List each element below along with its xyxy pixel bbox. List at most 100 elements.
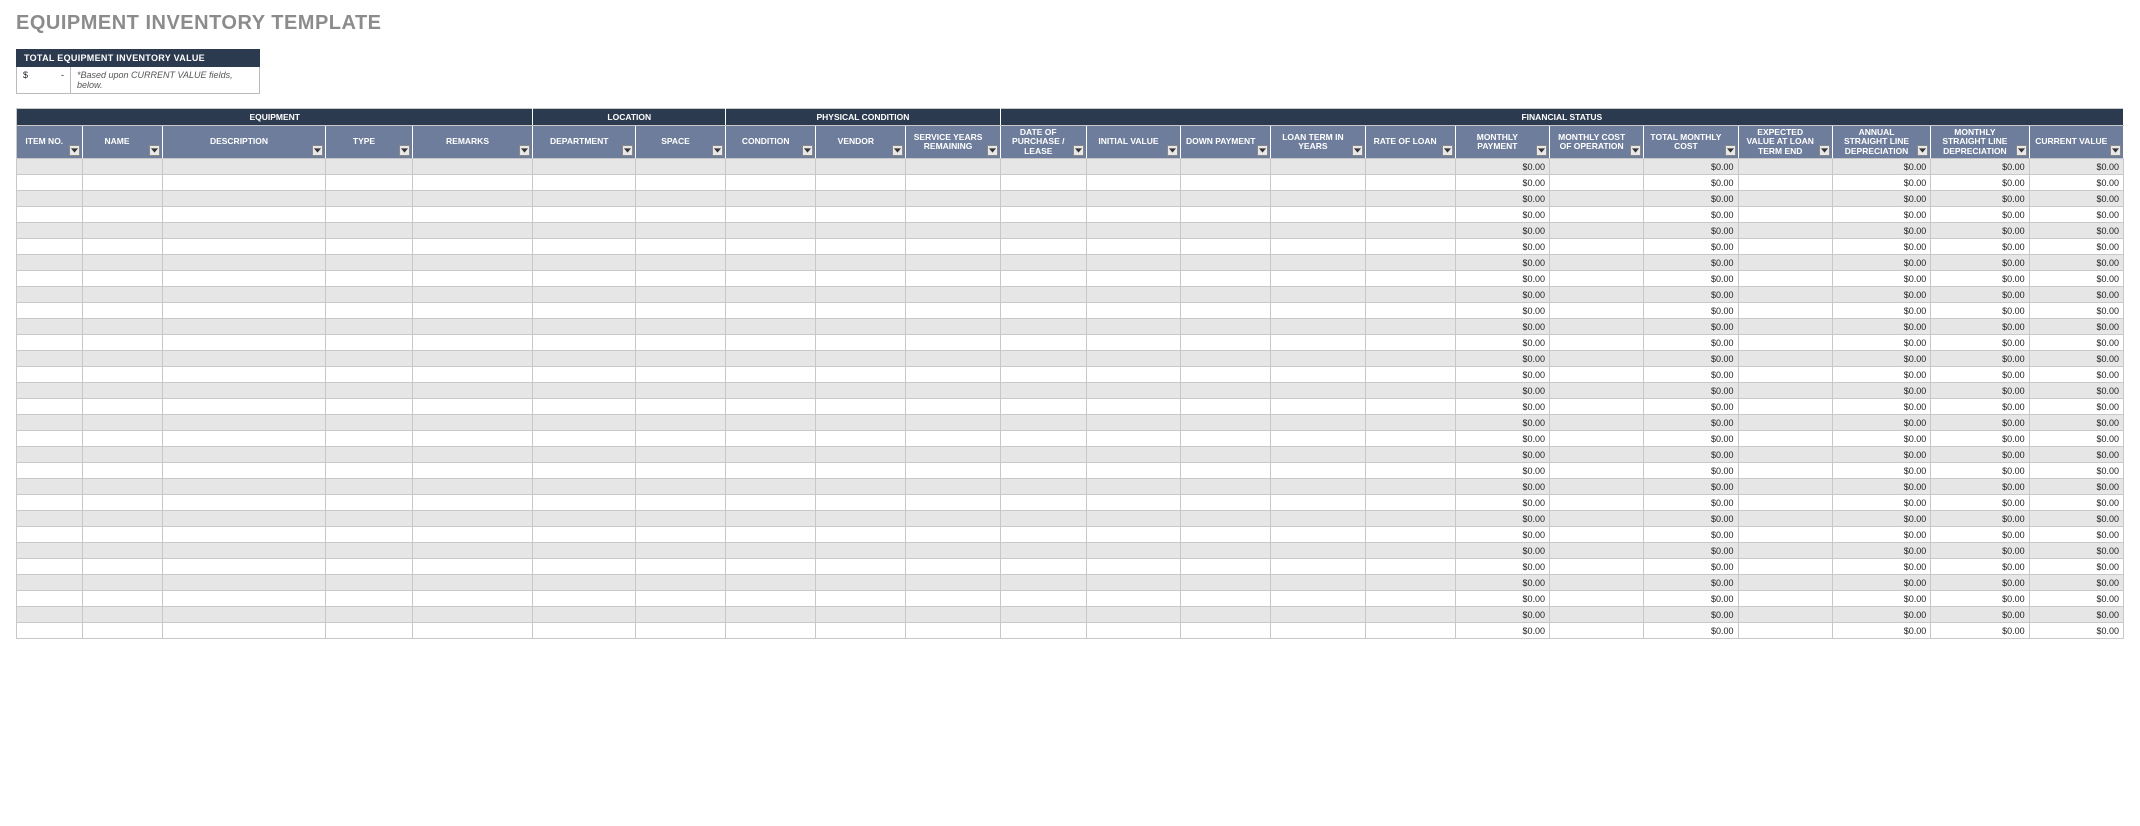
cell-expected-value-at-loan-term-end[interactable] — [1738, 623, 1832, 639]
cell-date-of-purchase-lease[interactable] — [1000, 479, 1086, 495]
cell-department[interactable] — [533, 303, 635, 319]
cell-service-years-remaining[interactable] — [906, 479, 1000, 495]
cell-type[interactable] — [326, 607, 412, 623]
cell-condition[interactable] — [726, 367, 816, 383]
cell-expected-value-at-loan-term-end[interactable] — [1738, 591, 1832, 607]
filter-dropdown-icon[interactable] — [519, 145, 530, 156]
cell-loan-term-in-years[interactable] — [1271, 575, 1365, 591]
cell-rate-of-loan[interactable] — [1365, 607, 1455, 623]
cell-down-payment[interactable] — [1181, 319, 1271, 335]
cell-monthly-cost-of-operation[interactable] — [1550, 287, 1644, 303]
cell-annual-straight-line-depreciation[interactable]: $0.00 — [1832, 543, 1930, 559]
cell-date-of-purchase-lease[interactable] — [1000, 367, 1086, 383]
cell-remarks[interactable] — [412, 591, 533, 607]
cell-date-of-purchase-lease[interactable] — [1000, 223, 1086, 239]
cell-type[interactable] — [326, 591, 412, 607]
cell-item-no[interactable] — [17, 623, 83, 639]
cell-monthly-cost-of-operation[interactable] — [1550, 511, 1644, 527]
cell-type[interactable] — [326, 287, 412, 303]
cell-loan-term-in-years[interactable] — [1271, 351, 1365, 367]
cell-description[interactable] — [162, 591, 326, 607]
cell-current-value[interactable]: $0.00 — [2029, 511, 2123, 527]
cell-condition[interactable] — [726, 335, 816, 351]
cell-item-no[interactable] — [17, 175, 83, 191]
cell-date-of-purchase-lease[interactable] — [1000, 399, 1086, 415]
cell-loan-term-in-years[interactable] — [1271, 335, 1365, 351]
cell-monthly-cost-of-operation[interactable] — [1550, 239, 1644, 255]
cell-department[interactable] — [533, 511, 635, 527]
cell-down-payment[interactable] — [1181, 239, 1271, 255]
cell-total-monthly-cost[interactable]: $0.00 — [1644, 207, 1738, 223]
cell-vendor[interactable] — [816, 575, 906, 591]
cell-date-of-purchase-lease[interactable] — [1000, 207, 1086, 223]
cell-department[interactable] — [533, 175, 635, 191]
cell-expected-value-at-loan-term-end[interactable] — [1738, 287, 1832, 303]
cell-description[interactable] — [162, 271, 326, 287]
cell-annual-straight-line-depreciation[interactable]: $0.00 — [1832, 463, 1930, 479]
cell-item-no[interactable] — [17, 559, 83, 575]
cell-rate-of-loan[interactable] — [1365, 319, 1455, 335]
cell-loan-term-in-years[interactable] — [1271, 415, 1365, 431]
cell-service-years-remaining[interactable] — [906, 431, 1000, 447]
cell-condition[interactable] — [726, 415, 816, 431]
cell-loan-term-in-years[interactable] — [1271, 399, 1365, 415]
cell-type[interactable] — [326, 335, 412, 351]
cell-current-value[interactable]: $0.00 — [2029, 383, 2123, 399]
cell-total-monthly-cost[interactable]: $0.00 — [1644, 175, 1738, 191]
cell-department[interactable] — [533, 463, 635, 479]
cell-name[interactable] — [82, 591, 162, 607]
cell-item-no[interactable] — [17, 607, 83, 623]
cell-date-of-purchase-lease[interactable] — [1000, 383, 1086, 399]
cell-service-years-remaining[interactable] — [906, 463, 1000, 479]
cell-date-of-purchase-lease[interactable] — [1000, 447, 1086, 463]
cell-monthly-straight-line-depreciation[interactable]: $0.00 — [1931, 591, 2029, 607]
cell-loan-term-in-years[interactable] — [1271, 495, 1365, 511]
cell-department[interactable] — [533, 527, 635, 543]
cell-expected-value-at-loan-term-end[interactable] — [1738, 415, 1832, 431]
cell-condition[interactable] — [726, 399, 816, 415]
cell-current-value[interactable]: $0.00 — [2029, 559, 2123, 575]
cell-remarks[interactable] — [412, 159, 533, 175]
cell-remarks[interactable] — [412, 623, 533, 639]
cell-description[interactable] — [162, 255, 326, 271]
cell-remarks[interactable] — [412, 383, 533, 399]
cell-type[interactable] — [326, 367, 412, 383]
cell-name[interactable] — [82, 383, 162, 399]
cell-name[interactable] — [82, 271, 162, 287]
cell-item-no[interactable] — [17, 543, 83, 559]
cell-vendor[interactable] — [816, 415, 906, 431]
cell-type[interactable] — [326, 575, 412, 591]
cell-type[interactable] — [326, 303, 412, 319]
cell-monthly-straight-line-depreciation[interactable]: $0.00 — [1931, 159, 2029, 175]
cell-expected-value-at-loan-term-end[interactable] — [1738, 303, 1832, 319]
cell-initial-value[interactable] — [1086, 271, 1180, 287]
cell-expected-value-at-loan-term-end[interactable] — [1738, 431, 1832, 447]
cell-department[interactable] — [533, 591, 635, 607]
cell-monthly-cost-of-operation[interactable] — [1550, 559, 1644, 575]
cell-monthly-payment[interactable]: $0.00 — [1455, 495, 1549, 511]
cell-loan-term-in-years[interactable] — [1271, 463, 1365, 479]
cell-vendor[interactable] — [816, 271, 906, 287]
cell-service-years-remaining[interactable] — [906, 271, 1000, 287]
cell-description[interactable] — [162, 431, 326, 447]
cell-initial-value[interactable] — [1086, 399, 1180, 415]
cell-type[interactable] — [326, 207, 412, 223]
cell-condition[interactable] — [726, 591, 816, 607]
cell-department[interactable] — [533, 399, 635, 415]
cell-down-payment[interactable] — [1181, 303, 1271, 319]
filter-dropdown-icon[interactable] — [987, 145, 998, 156]
cell-initial-value[interactable] — [1086, 159, 1180, 175]
cell-remarks[interactable] — [412, 255, 533, 271]
cell-vendor[interactable] — [816, 207, 906, 223]
cell-vendor[interactable] — [816, 319, 906, 335]
cell-loan-term-in-years[interactable] — [1271, 367, 1365, 383]
cell-initial-value[interactable] — [1086, 559, 1180, 575]
cell-space[interactable] — [635, 223, 725, 239]
cell-monthly-cost-of-operation[interactable] — [1550, 319, 1644, 335]
cell-space[interactable] — [635, 447, 725, 463]
cell-item-no[interactable] — [17, 271, 83, 287]
cell-total-monthly-cost[interactable]: $0.00 — [1644, 223, 1738, 239]
cell-total-monthly-cost[interactable]: $0.00 — [1644, 511, 1738, 527]
cell-down-payment[interactable] — [1181, 351, 1271, 367]
cell-monthly-cost-of-operation[interactable] — [1550, 207, 1644, 223]
